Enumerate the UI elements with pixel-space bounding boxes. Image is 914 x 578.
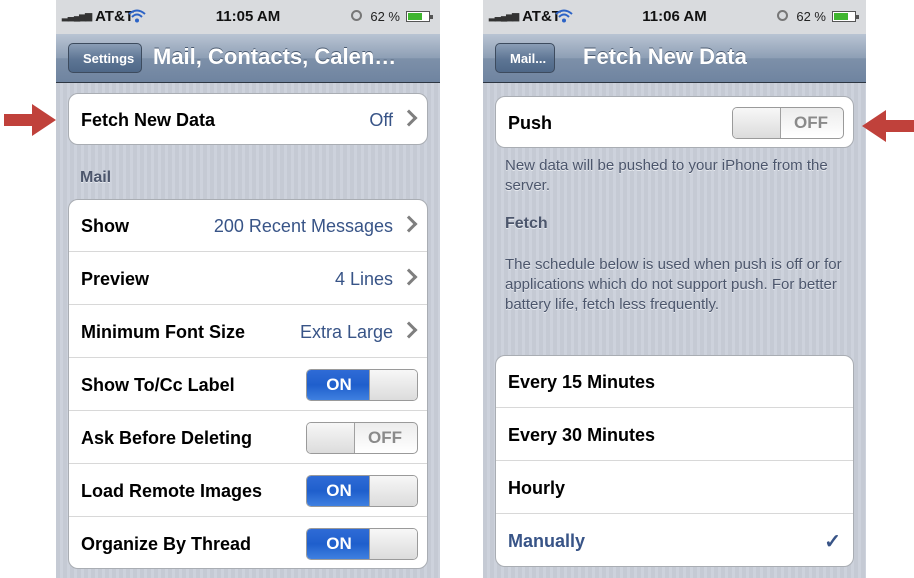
fetch-schedule-group: Every 15 Minutes Every 30 Minutes Hourly…	[495, 355, 854, 567]
minimum-font-size-row[interactable]: Minimum Font Size Extra Large	[69, 306, 427, 358]
row-label: Push	[508, 113, 553, 133]
row-value: 4 Lines	[334, 269, 393, 289]
row-label: Show To/Cc Label	[81, 375, 235, 395]
navigation-bar: Mail... Fetch New Data	[483, 34, 866, 83]
ask-before-deleting-row: Ask Before Deleting OFF	[69, 412, 427, 464]
row-label: Manually	[508, 531, 586, 551]
row-value: Off	[369, 110, 393, 130]
battery-icon	[406, 11, 433, 22]
toggle-state: ON	[307, 476, 371, 506]
organize-by-thread-row: Organize By Thread ON	[69, 518, 427, 568]
checkmark-icon: ✓	[824, 531, 841, 553]
mail-settings-group: Show 200 Recent Messages Preview 4 Lines…	[68, 199, 428, 569]
row-label: Organize By Thread	[81, 534, 252, 554]
battery-icon	[832, 11, 859, 22]
lock-rotation-icon	[351, 10, 362, 21]
row-value: 200 Recent Messages	[213, 216, 393, 236]
row-label: Preview	[81, 269, 150, 289]
fetch-footer-text: The schedule below is used when push is …	[505, 256, 842, 313]
show-to-cc-label-row: Show To/Cc Label ON	[69, 359, 427, 411]
fetch-group: Fetch New Data Off	[68, 93, 428, 145]
back-button-settings[interactable]: Settings	[68, 43, 142, 73]
lock-rotation-icon	[777, 10, 788, 21]
row-label: Every 15 Minutes	[508, 372, 656, 392]
load-remote-images-row: Load Remote Images ON	[69, 465, 427, 517]
phone-screen-fetch-new-data: ▂▃▄▅▆ AT&T 11:06 AM 62 % Mail... Fetch Ne…	[483, 0, 866, 578]
fetch-new-data-row[interactable]: Fetch New Data Off	[69, 94, 427, 144]
load-remote-images-toggle[interactable]: ON	[306, 475, 418, 507]
push-row: Push OFF	[496, 97, 853, 147]
row-label: Every 30 Minutes	[508, 425, 656, 445]
row-label: Fetch New Data	[81, 110, 216, 130]
section-header-mail: Mail	[80, 169, 112, 186]
row-label: Minimum Font Size	[81, 322, 245, 342]
page-title: Mail, Contacts, Calen…	[153, 44, 397, 69]
back-button-mail[interactable]: Mail...	[495, 43, 555, 73]
option-every-30-minutes[interactable]: Every 30 Minutes	[496, 409, 853, 461]
status-bar: ▂▃▄▅▆ AT&T 11:06 AM 62 %	[483, 0, 866, 35]
chevron-right-icon	[400, 321, 418, 339]
red-arrow-left-icon	[862, 110, 914, 142]
ask-before-deleting-toggle[interactable]: OFF	[306, 422, 418, 454]
chevron-right-icon	[400, 268, 418, 286]
phone-screen-mail-settings: ▂▃▄▅▆ AT&T 11:05 AM 62 % Settings Mail, C…	[56, 0, 440, 578]
battery-percentage: 62 %	[796, 9, 826, 24]
row-label: Hourly	[508, 478, 566, 498]
organize-by-thread-toggle[interactable]: ON	[306, 528, 418, 560]
chevron-right-icon	[400, 109, 418, 127]
navigation-bar: Settings Mail, Contacts, Calen…	[56, 34, 440, 83]
row-label: Ask Before Deleting	[81, 428, 253, 448]
battery-percentage: 62 %	[370, 9, 400, 24]
row-label: Load Remote Images	[81, 481, 263, 501]
show-row[interactable]: Show 200 Recent Messages	[69, 200, 427, 252]
status-bar: ▂▃▄▅▆ AT&T 11:05 AM 62 %	[56, 0, 440, 35]
red-arrow-right-icon	[4, 104, 56, 136]
push-toggle[interactable]: OFF	[732, 107, 844, 139]
option-every-15-minutes[interactable]: Every 15 Minutes	[496, 356, 853, 408]
row-label: Show	[81, 216, 129, 236]
row-value: Extra Large	[299, 322, 393, 342]
show-to-cc-toggle[interactable]: ON	[306, 369, 418, 401]
toggle-state: ON	[307, 370, 371, 400]
push-group: Push OFF	[495, 96, 854, 148]
option-manually[interactable]: Manually ✓	[496, 515, 853, 566]
toggle-state: OFF	[794, 113, 828, 132]
preview-row[interactable]: Preview 4 Lines	[69, 253, 427, 305]
toggle-state: ON	[307, 529, 371, 559]
push-footer-text: New data will be pushed to your iPhone f…	[505, 157, 828, 194]
page-title: Fetch New Data	[583, 44, 747, 69]
toggle-state: OFF	[368, 428, 402, 447]
option-hourly[interactable]: Hourly	[496, 462, 853, 514]
section-header-fetch: Fetch	[505, 215, 548, 232]
chevron-right-icon	[400, 215, 418, 233]
